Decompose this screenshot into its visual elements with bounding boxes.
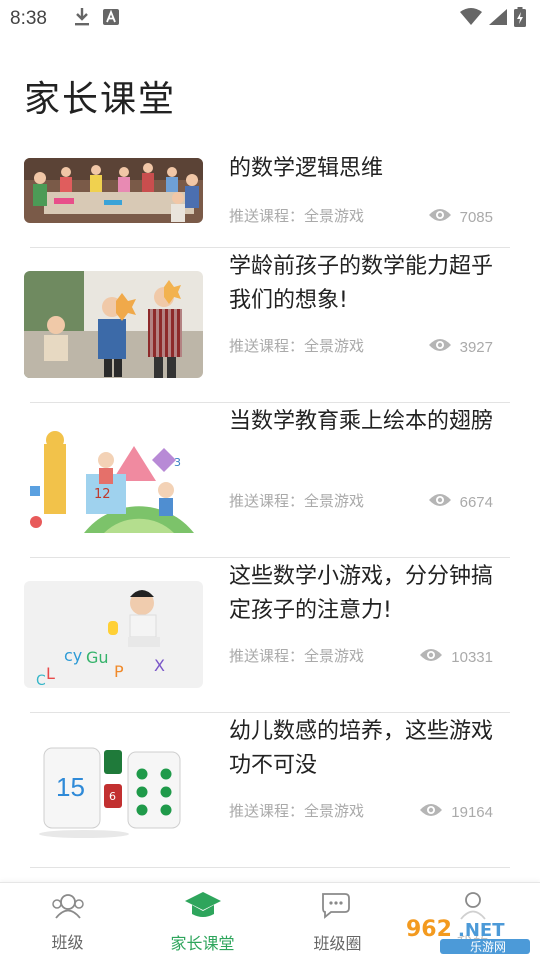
svg-text:X: X (154, 656, 165, 675)
wifi-icon (460, 8, 482, 30)
view-count-value: 6674 (459, 493, 493, 511)
article-title: 的数学逻辑思维 (229, 156, 384, 181)
keyboard-a-icon (102, 9, 119, 29)
graduation-cap-icon (183, 890, 223, 924)
view-count: 6674 (428, 492, 493, 512)
view-count-value: 3927 (459, 338, 493, 356)
list-item[interactable]: 12 3 当数学教育乘上绘本的翅膀 推送课程：全景游戏 6674 (0, 403, 540, 558)
article-thumbnail: 12 3 (24, 426, 203, 533)
svg-text:15: 15 (56, 772, 85, 802)
eye-icon (428, 492, 452, 512)
tab-parent-class[interactable]: 家长课堂 (135, 883, 270, 960)
watermark-logo: 962 .NET 乐游网 (400, 904, 534, 956)
view-count: 19164 (419, 802, 493, 822)
view-count-value: 7085 (459, 208, 493, 226)
article-title: 幼儿数感的培养，这些游戏功不可没 (229, 719, 494, 778)
eye-icon (428, 207, 452, 227)
article-source: 推送课程：全景游戏 (229, 207, 365, 225)
article-thumbnail (24, 271, 203, 378)
battery-charging-icon (514, 7, 526, 31)
svg-text:乐游网: 乐游网 (470, 940, 506, 954)
svg-text:Gu: Gu (86, 648, 109, 667)
view-count: 7085 (428, 207, 493, 227)
svg-text:3: 3 (174, 456, 181, 469)
article-list: 的数学逻辑思维 推送课程：全景游戏 7085 学龄前孩子的数学能力超乎我们的想象… (0, 148, 540, 868)
status-bar: 8:38 (0, 0, 540, 38)
tab-class-circle[interactable]: 班级圈 (270, 883, 405, 960)
article-thumbnail: 15 6 (24, 736, 203, 843)
article-title: 这些数学小游戏，分分钟搞定孩子的注意力! (229, 564, 494, 623)
download-icon (73, 7, 91, 31)
tab-label: 家长课堂 (170, 933, 235, 953)
view-count-value: 10331 (451, 648, 493, 666)
svg-text:L: L (46, 664, 55, 683)
article-source: 推送课程：全景游戏 (229, 337, 365, 355)
signal-icon (488, 8, 508, 30)
article-source: 推送课程：全景游戏 (229, 647, 365, 665)
article-source: 推送课程：全景游戏 (229, 492, 365, 510)
svg-text:6: 6 (109, 790, 116, 803)
list-item[interactable]: 的数学逻辑思维 推送课程：全景游戏 7085 (0, 148, 540, 248)
view-count: 10331 (419, 647, 493, 667)
status-time: 8:38 (10, 8, 47, 29)
svg-text:12: 12 (94, 487, 111, 502)
eye-icon (419, 647, 443, 667)
svg-text:P: P (114, 662, 124, 681)
svg-text:962: 962 (406, 917, 452, 942)
list-item[interactable]: 15 6 幼儿数感的培养，这些游戏功不可没 推送课程：全景游戏 19164 (0, 713, 540, 868)
article-thumbnail (24, 158, 203, 223)
tab-class[interactable]: 班级 (0, 883, 135, 960)
divider (30, 867, 510, 868)
svg-text:.NET: .NET (458, 920, 505, 941)
chat-bubbles-icon (319, 890, 357, 924)
view-count: 3927 (428, 337, 493, 357)
article-thumbnail: cy Gu L X P C (24, 581, 203, 688)
view-count-value: 19164 (451, 803, 493, 821)
eye-icon (428, 337, 452, 357)
page-title: 家长课堂 (24, 79, 177, 120)
tab-label: 班级 (51, 932, 84, 952)
article-title: 学龄前孩子的数学能力超乎我们的想象! (229, 254, 494, 313)
article-title: 当数学教育乘上绘本的翅膀 (229, 409, 494, 434)
list-item[interactable]: 学龄前孩子的数学能力超乎我们的想象! 推送课程：全景游戏 3927 (0, 248, 540, 403)
article-source: 推送课程：全景游戏 (229, 802, 365, 820)
svg-text:cy: cy (64, 646, 82, 665)
eye-icon (419, 802, 443, 822)
class-icon (50, 891, 86, 923)
svg-text:C: C (36, 673, 46, 688)
list-item[interactable]: cy Gu L X P C 这些数学小游戏，分分钟搞定孩子的注意力! 推送课程：… (0, 558, 540, 713)
tab-label: 班级圈 (313, 933, 362, 953)
